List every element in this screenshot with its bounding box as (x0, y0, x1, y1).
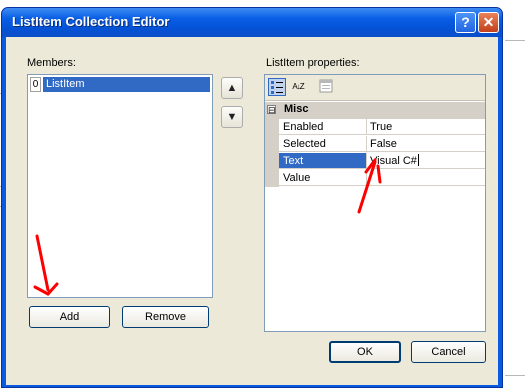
property-value[interactable]: True (367, 119, 485, 135)
text-caret (417, 154, 419, 166)
property-value[interactable]: False (367, 136, 485, 152)
property-grid-toolbar: A↓Z (265, 75, 485, 101)
close-icon: ✕ (482, 14, 495, 30)
move-down-button[interactable]: ▼ (221, 106, 243, 128)
category-label: Misc (284, 103, 309, 115)
alphabetical-icon: A↓Z (292, 82, 304, 91)
property-value-editor[interactable]: Visual C# (367, 153, 485, 169)
list-item-index: 0 (30, 77, 41, 92)
categorized-icon (271, 81, 283, 94)
properties-label: ListItem properties: (266, 57, 360, 69)
list-item[interactable]: 0 ListItem (30, 77, 210, 92)
property-row[interactable]: Selected False (265, 136, 485, 153)
row-gutter (265, 119, 279, 136)
members-label: Members: (27, 57, 76, 69)
collapse-icon[interactable]: ⊟ (267, 105, 276, 115)
dialog-client-area: Members: 0 ListItem ▲ ▼ Add Remove ListI… (6, 37, 498, 385)
title-bar[interactable]: ListItem Collection Editor ? ✕ (2, 8, 502, 37)
row-gutter (265, 170, 279, 187)
property-pages-icon (319, 79, 333, 93)
help-icon: ? (461, 14, 470, 30)
arrow-down-icon: ▼ (226, 111, 238, 123)
property-value[interactable] (367, 170, 485, 186)
arrow-up-icon: ▲ (226, 82, 238, 94)
window-title: ListItem Collection Editor (12, 14, 170, 29)
remove-button[interactable]: Remove (122, 306, 209, 328)
cancel-button[interactable]: Cancel (411, 341, 486, 363)
property-name: Value (279, 170, 367, 186)
row-gutter (265, 136, 279, 153)
background-divider (505, 375, 525, 376)
category-row[interactable]: ⊟ Misc (265, 102, 485, 119)
property-name: Enabled (279, 119, 367, 135)
property-row-selected[interactable]: Text Visual C# (265, 153, 485, 170)
add-button[interactable]: Add (29, 306, 110, 328)
property-name: Selected (279, 136, 367, 152)
property-row[interactable]: Enabled True (265, 119, 485, 136)
property-pages-button[interactable] (317, 78, 335, 96)
text-value: Visual C# (370, 155, 417, 167)
close-button[interactable]: ✕ (478, 12, 499, 33)
row-gutter (265, 153, 279, 170)
ok-button[interactable]: OK (329, 341, 401, 363)
members-listbox[interactable]: 0 ListItem (27, 74, 213, 298)
property-row[interactable]: Value (265, 170, 485, 187)
property-name: Text (279, 153, 367, 169)
categorized-button[interactable] (268, 78, 286, 96)
help-button[interactable]: ? (455, 12, 476, 33)
background-divider (505, 40, 525, 41)
alphabetical-button[interactable]: A↓Z (288, 78, 308, 96)
move-up-button[interactable]: ▲ (221, 77, 243, 99)
collection-editor-dialog: ListItem Collection Editor ? ✕ Members: … (1, 7, 503, 388)
list-item-label: ListItem (43, 77, 210, 92)
property-grid[interactable]: A↓Z ⊟ Misc Enabled True Selected False T… (264, 74, 486, 332)
